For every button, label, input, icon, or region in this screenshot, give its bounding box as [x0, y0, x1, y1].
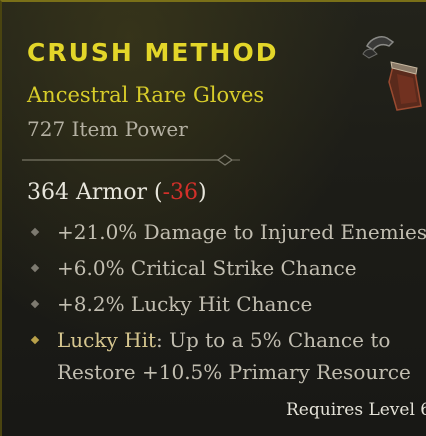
- special-affix-name: Lucky Hit: [57, 328, 157, 352]
- item-power: 727 Item Power: [27, 117, 188, 141]
- ornament-divider: [22, 154, 240, 166]
- diamond-bullet-icon: [30, 299, 40, 309]
- armor-delta: -36: [162, 180, 199, 205]
- diamond-bullet-icon: [30, 227, 40, 237]
- special-affix: Lucky Hit: Up to a 5% Chance to Restore …: [30, 324, 422, 388]
- armor-close-paren: ): [198, 180, 207, 205]
- special-affix-line2: Restore +10.5% Primary Resource: [57, 360, 411, 384]
- affix-text: +8.2% Lucky Hit Chance: [57, 292, 313, 316]
- armor-value: 364 Armor: [27, 180, 148, 205]
- special-affix-line1: : Up to a 5% Chance to: [156, 328, 391, 352]
- item-rarity-type: Ancestral Rare Gloves: [27, 83, 265, 107]
- special-affix-text: Lucky Hit: Up to a 5% Chance to Restore …: [57, 324, 411, 388]
- item-name: CRUSH METHOD: [27, 38, 279, 67]
- level-requirement: Requires Level 6: [286, 400, 426, 420]
- armor-stat: 364 Armor (-36): [27, 180, 207, 205]
- diamond-bullet-icon: [30, 263, 40, 273]
- gloves-icon: [362, 36, 422, 111]
- armor-open-paren: (: [154, 180, 163, 205]
- affix-text: +6.0% Critical Strike Chance: [57, 256, 357, 280]
- affix-text: +21.0% Damage to Injured Enemies: [57, 220, 426, 244]
- item-tooltip: CRUSH METHOD Ancestral Rare Gloves 727 I…: [0, 0, 426, 436]
- diamond-bullet-icon: [30, 335, 40, 345]
